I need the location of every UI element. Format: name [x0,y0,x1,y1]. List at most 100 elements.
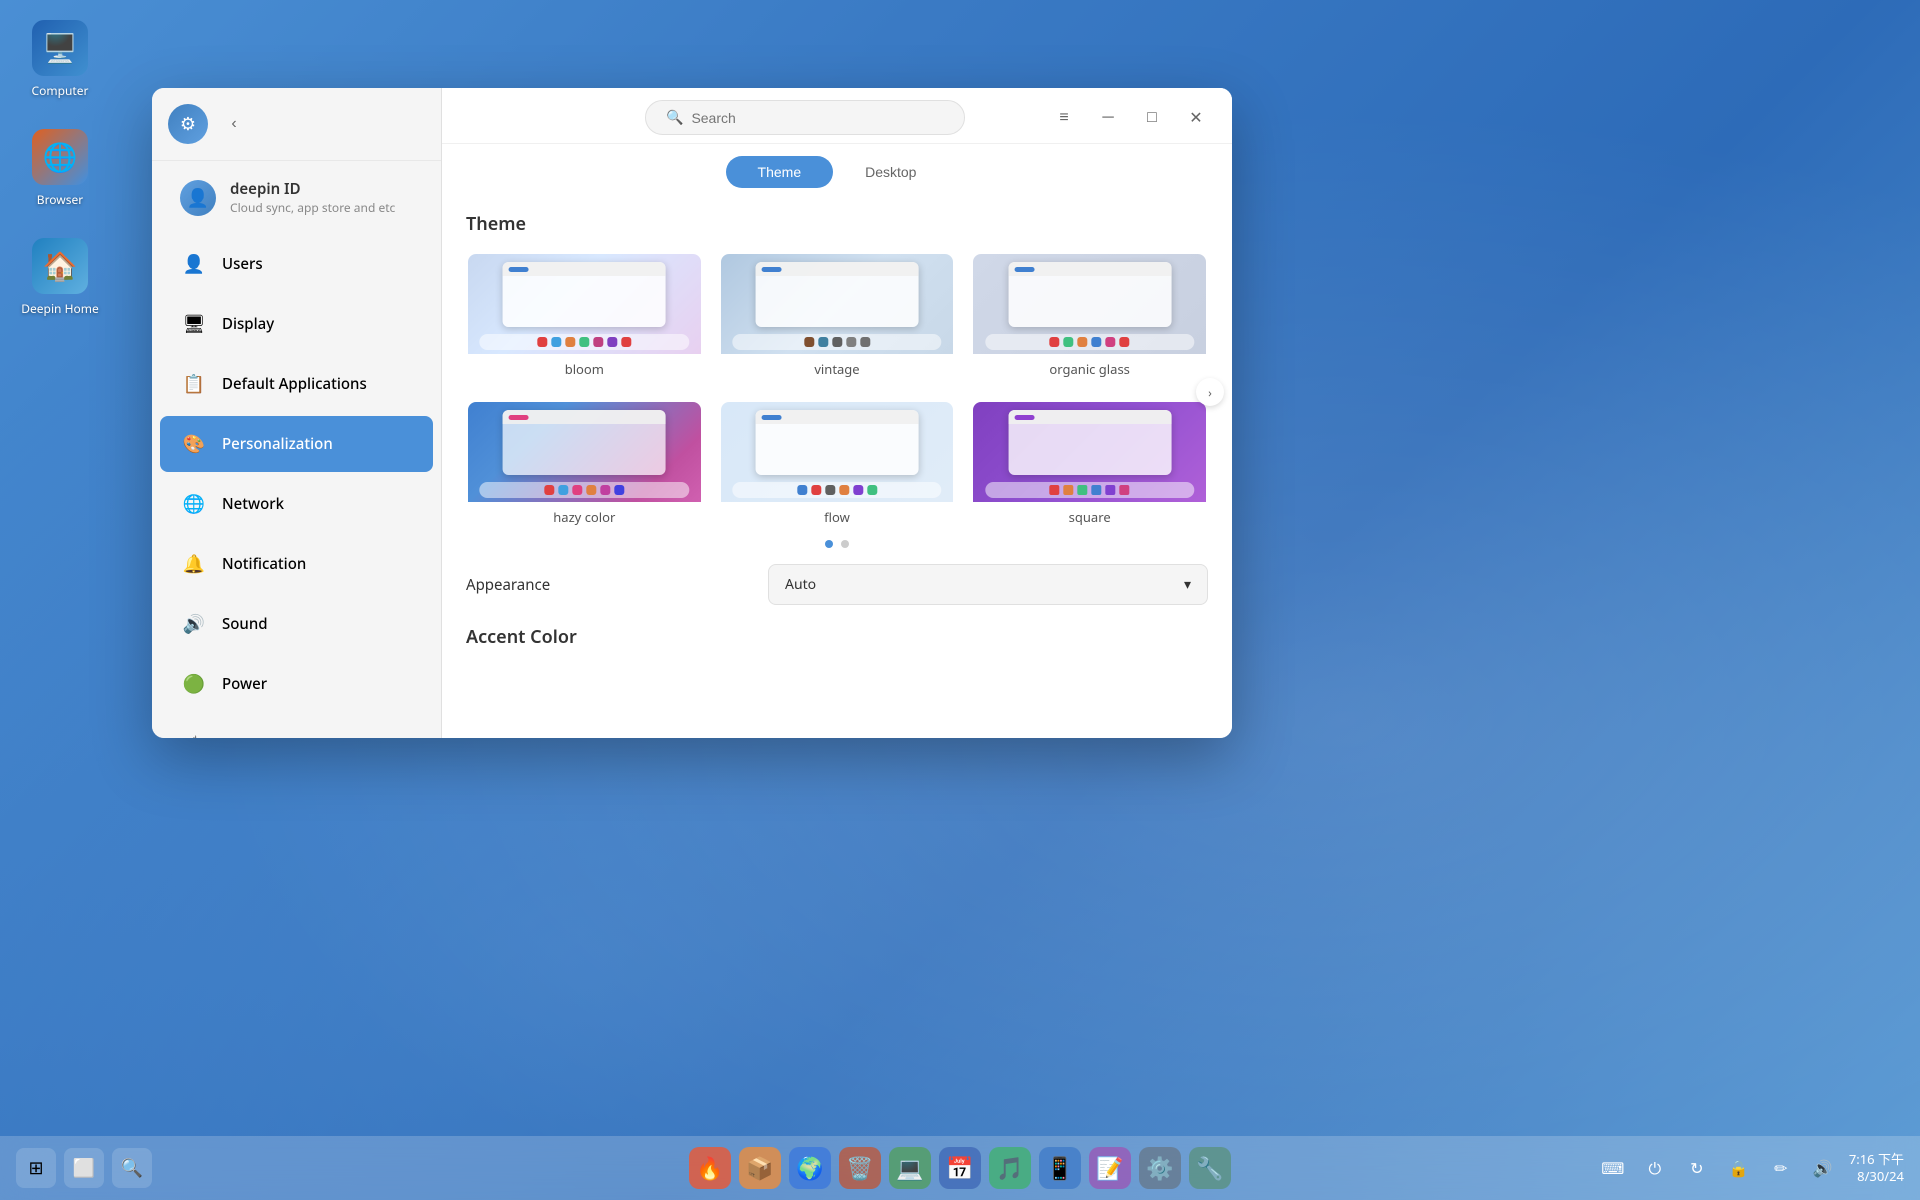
users-icon: 👤 [180,250,208,278]
sidebar-item-power[interactable]: 🟢 Power [160,656,433,712]
deepin-id-sub: Cloud sync, app store and etc [230,199,395,216]
dock-icon-s4 [1092,485,1102,495]
sidebar-item-users[interactable]: 👤 Users [160,236,433,292]
taskbar-browser[interactable]: 🌍 [789,1147,831,1189]
taskbar-trash[interactable]: 🗑️ [839,1147,881,1189]
taskbar-multitask[interactable]: ⬜ [64,1148,104,1188]
taskbar-power-btn[interactable]: ⏻ [1639,1152,1671,1184]
notification-label: Notification [222,554,306,574]
taskbar-right: ⌨ ⏻ ↻ 🔒 ✏ 🔊 7:16 下午 8/30/24 [1597,1151,1904,1185]
desktop-icon-deepin-home[interactable]: 🏠 Deepin Home [20,238,100,317]
taskbar-keyboard[interactable]: ⌨ [1597,1152,1629,1184]
desktop-icon-computer[interactable]: 🖥️ Computer [20,20,100,99]
taskbar-app-store[interactable]: 📦 [739,1147,781,1189]
taskbar-phone[interactable]: 📱 [1039,1147,1081,1189]
appearance-select[interactable]: Auto ▾ [768,564,1208,605]
dropdown-icon: ▾ [1184,575,1191,594]
back-button[interactable]: ‹ [220,110,248,138]
dock-icon-s3 [1078,485,1088,495]
sidebar-item-mouse[interactable]: 🖱 Mouse [160,716,433,738]
taskbar-pen[interactable]: ✏ [1765,1152,1797,1184]
dock-icon-s1 [1050,485,1060,495]
theme-card-flow[interactable]: flow [719,400,956,532]
mini-dock-organic [985,334,1194,350]
sound-icon: 🔊 [180,610,208,638]
taskbar-app-launcher2[interactable]: 🔥 [689,1147,731,1189]
minimize-button[interactable]: ─ [1092,102,1124,134]
mini-dot-flow [762,415,782,420]
taskbar-settings[interactable]: ⚙️ [1139,1147,1181,1189]
sidebar-item-display[interactable]: 🖥 Display [160,296,433,352]
sidebar-header: ⚙ ‹ [152,88,441,161]
maximize-button[interactable]: □ [1136,102,1168,134]
theme-label-flow: flow [721,502,954,530]
dock-icon-v2 [818,337,828,347]
deepin-id-name: deepin ID [230,179,395,199]
dock-icon-6 [607,337,617,347]
search-input[interactable] [691,110,944,126]
close-button[interactable]: ✕ [1180,102,1212,134]
taskbar-terminal[interactable]: 💻 [889,1147,931,1189]
taskbar-search[interactable]: 🔍 [112,1148,152,1188]
next-arrow[interactable]: › [1196,378,1224,406]
dot-2[interactable] [841,540,849,548]
mini-dot-hazy [509,415,529,420]
search-bar[interactable]: 🔍 [645,100,965,135]
mini-dock-hazy [480,482,689,498]
sidebar-item-personalization[interactable]: 🎨 Personalization [160,416,433,472]
taskbar-refresh[interactable]: ↻ [1681,1152,1713,1184]
dock-icon-s2 [1064,485,1074,495]
taskbar-lock[interactable]: 🔒 [1723,1152,1755,1184]
dock-icon-7 [621,337,631,347]
sidebar-item-sound[interactable]: 🔊 Sound [160,596,433,652]
display-icon: 🖥 [180,310,208,338]
taskbar-volume[interactable]: 🔊 [1807,1152,1839,1184]
taskbar: ⊞ ⬜ 🔍 🔥 📦 🌍 🗑️ 💻 📅 🎵 📱 📝 ⚙️ 🔧 ⌨ ⏻ ↻ 🔒 ✏ … [0,1136,1920,1200]
dock-icon-o6 [1120,337,1130,347]
theme-card-bloom[interactable]: bloom [466,252,703,384]
dock-icon-h2 [558,485,568,495]
taskbar-time: 7:16 下午 8/30/24 [1849,1151,1904,1185]
theme-label-vintage: vintage [721,354,954,382]
theme-card-square[interactable]: square [971,400,1208,532]
content-area: 🔍 ≡ ─ □ ✕ Theme Desktop Theme [442,88,1232,738]
computer-label: Computer [32,82,89,99]
dock-icon-f4 [839,485,849,495]
tab-desktop[interactable]: Desktop [833,156,948,188]
sidebar-item-network[interactable]: 🌐 Network [160,476,433,532]
dock-icon-2 [551,337,561,347]
theme-preview-flow [721,402,954,502]
window-controls: ≡ ─ □ ✕ [1048,102,1212,134]
power-icon: 🟢 [180,670,208,698]
sidebar-item-default-applications[interactable]: 📋 Default Applications [160,356,433,412]
taskbar-extras[interactable]: 🔧 [1189,1147,1231,1189]
deepin-id-section[interactable]: 👤 deepin ID Cloud sync, app store and et… [160,165,433,230]
accent-color-title: Accent Color [466,625,1208,649]
sidebar-item-notification[interactable]: 🔔 Notification [160,536,433,592]
dock-icon-h5 [600,485,610,495]
taskbar-launcher[interactable]: ⊞ [16,1148,56,1188]
search-icon: 🔍 [666,108,683,127]
tab-theme[interactable]: Theme [726,156,834,188]
theme-label-bloom: bloom [468,354,701,382]
theme-card-hazy-color[interactable]: hazy color [466,400,703,532]
theme-card-vintage[interactable]: vintage [719,252,956,384]
mini-titlebar-flow [756,410,919,424]
dock-icon-f6 [867,485,877,495]
mini-window-bloom [503,262,666,327]
desktop-icon-browser[interactable]: 🌐 Browser [20,129,100,208]
mini-dot-square [1014,415,1034,420]
taskbar-calendar[interactable]: 📅 [939,1147,981,1189]
theme-card-organic-glass[interactable]: organic glass [971,252,1208,384]
taskbar-music[interactable]: 🎵 [989,1147,1031,1189]
dock-icon-f2 [811,485,821,495]
menu-button[interactable]: ≡ [1048,102,1080,134]
mini-dock-flow [732,482,941,498]
dot-1[interactable] [825,540,833,548]
taskbar-notes[interactable]: 📝 [1089,1147,1131,1189]
appearance-value: Auto [785,575,816,594]
browser-icon: 🌐 [32,129,88,185]
mouse-icon: 🖱 [180,730,208,738]
mini-dock-bloom [480,334,689,350]
dock-icon-s5 [1106,485,1116,495]
